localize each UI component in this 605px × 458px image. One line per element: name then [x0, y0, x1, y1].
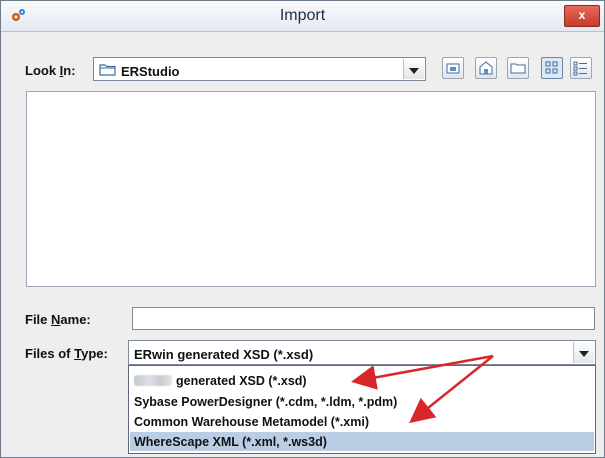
details-view-button[interactable]: [570, 57, 592, 79]
look-in-value: ERStudio: [121, 64, 180, 79]
up-folder-button[interactable]: [442, 57, 464, 79]
new-folder-icon: [510, 63, 526, 74]
title-bar: Import x: [1, 1, 604, 32]
new-folder-button[interactable]: [507, 57, 529, 79]
up-folder-icon: [446, 63, 460, 74]
look-in-dropdown-arrow[interactable]: [403, 59, 424, 79]
file-name-input[interactable]: [132, 307, 595, 330]
list-item-selected[interactable]: WhereScape XML (*.xml, *.ws3d): [130, 432, 594, 451]
import-dialog: Import x Look In: ERStudio File Name: Fi…: [0, 0, 605, 458]
list-view-icon: [545, 61, 558, 74]
file-list[interactable]: [26, 91, 596, 287]
folder-icon: [99, 64, 116, 76]
details-view-icon: [573, 61, 587, 76]
look-in-combo[interactable]: ERStudio: [93, 57, 426, 81]
redacted-text: [134, 375, 172, 386]
files-of-type-dropdown-list: generated XSD (*.xsd) Sybase PowerDesign…: [128, 365, 596, 454]
close-button[interactable]: x: [564, 5, 600, 27]
files-of-type-dropdown-arrow[interactable]: [573, 342, 594, 363]
list-item[interactable]: generated XSD (*.xsd): [130, 371, 594, 390]
home-icon: [479, 61, 493, 75]
window-title: Import: [279, 7, 326, 24]
files-of-type-combo[interactable]: ERwin generated XSD (*.xsd): [128, 340, 596, 365]
home-button[interactable]: [475, 57, 497, 79]
list-item[interactable]: Common Warehouse Metamodel (*.xmi): [130, 412, 594, 431]
list-view-button[interactable]: [541, 57, 563, 79]
files-of-type-selected: ERwin generated XSD (*.xsd): [134, 347, 314, 362]
file-name-label: File Name:: [25, 312, 91, 327]
list-item[interactable]: Sybase PowerDesigner (*.cdm, *.ldm, *.pd…: [130, 392, 594, 411]
background-area: [1, 430, 128, 457]
files-of-type-label: Files of Type:: [25, 346, 108, 361]
look-in-label: Look In:: [25, 63, 76, 78]
